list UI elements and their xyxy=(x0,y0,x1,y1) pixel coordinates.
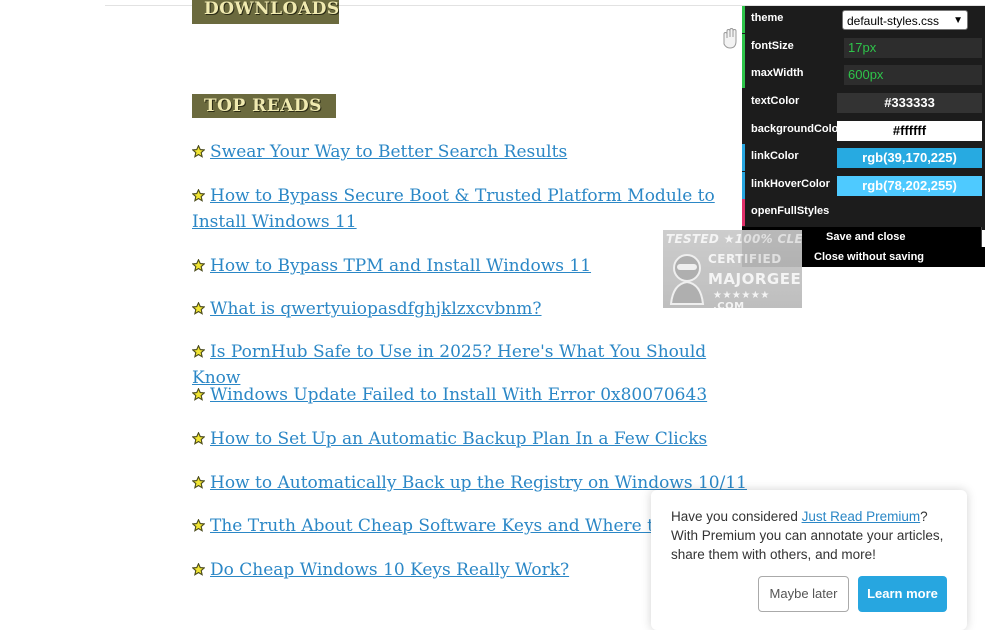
setting-row-linkcolor: linkColor rgb(39,170,225) xyxy=(742,144,985,171)
star-icon xyxy=(192,145,205,158)
downloads-heading: DOWNLOADS xyxy=(192,0,339,24)
maybe-later-button[interactable]: Maybe later xyxy=(758,576,849,612)
setting-label: openFullStyles xyxy=(751,205,830,217)
star-icon xyxy=(192,476,205,489)
settings-panel: theme default-styles.css ▼ fontSize 17px … xyxy=(742,6,985,230)
textcolor-input[interactable]: #333333 xyxy=(837,93,982,113)
setting-row-maxwidth: maxWidth 600px xyxy=(742,61,985,88)
just-read-premium-link[interactable]: Just Read Premium xyxy=(802,509,921,524)
star-icon xyxy=(192,302,205,315)
read-link[interactable]: What is qwertyuiopasdfghjklzxcvbnm? xyxy=(210,299,542,319)
setting-label: theme xyxy=(751,12,784,24)
setting-label: textColor xyxy=(751,95,800,107)
read-link[interactable]: Do Cheap Windows 10 Keys Really Work? xyxy=(210,560,569,580)
badge-line: TESTED ★100% CLEAN xyxy=(666,232,802,246)
setting-label: maxWidth xyxy=(751,67,804,79)
linkhovercolor-input[interactable]: rgb(78,202,255) xyxy=(837,176,982,196)
mascot-icon xyxy=(669,254,705,305)
setting-row-linkhovercolor: linkHoverColor rgb(78,202,255) xyxy=(742,172,985,199)
top-reads-heading: TOP READS xyxy=(192,94,336,118)
premium-text: Have you considered xyxy=(671,509,802,524)
read-link[interactable]: The Truth About Cheap Software Keys and … xyxy=(210,516,703,536)
setting-row-backgroundcolor: backgroundColor #ffffff xyxy=(742,117,985,144)
maxwidth-input[interactable]: 600px xyxy=(844,65,982,85)
star-icon xyxy=(192,563,205,576)
star-icon xyxy=(192,259,205,272)
learn-more-button[interactable]: Learn more xyxy=(858,576,947,612)
badge-line: MAJORGEEKS xyxy=(708,270,802,288)
setting-label: backgroundColor xyxy=(751,123,843,135)
setting-label: linkColor xyxy=(751,150,799,162)
chevron-down-icon: ▼ xyxy=(953,15,963,26)
theme-select-value: default-styles.css xyxy=(847,14,940,28)
read-link[interactable]: How to Bypass TPM and Install Windows 11 xyxy=(210,256,591,276)
linkcolor-input[interactable]: rgb(39,170,225) xyxy=(837,148,982,168)
setting-row-textcolor: textColor #333333 xyxy=(742,89,985,116)
list-item: Windows Update Failed to Install With Er… xyxy=(192,382,752,408)
setting-row-fontsize: fontSize 17px xyxy=(742,34,985,61)
star-icon xyxy=(192,388,205,401)
list-item: Swear Your Way to Better Search Results xyxy=(192,139,752,165)
star-icon xyxy=(192,345,205,358)
badge-line: CERTIFIED xyxy=(708,252,782,266)
list-item: How to Set Up an Automatic Backup Plan I… xyxy=(192,426,752,452)
grab-hand-icon[interactable] xyxy=(718,26,744,52)
list-item: How to Bypass Secure Boot & Trusted Plat… xyxy=(192,183,752,235)
certified-badge: TESTED ★100% CLEAN CERTIFIED MAJORGEEKS … xyxy=(663,230,802,308)
backgroundcolor-input[interactable]: #ffffff xyxy=(837,121,982,141)
fontsize-input[interactable]: 17px xyxy=(844,38,982,58)
theme-select[interactable]: default-styles.css ▼ xyxy=(842,10,968,30)
setting-label: linkHoverColor xyxy=(751,178,830,190)
star-icon xyxy=(192,189,205,202)
setting-row-openfullstyles[interactable]: openFullStyles xyxy=(742,199,985,226)
read-link[interactable]: How to Bypass Secure Boot & Trusted Plat… xyxy=(192,186,715,232)
premium-message: Have you considered Just Read Premium? W… xyxy=(671,507,956,564)
setting-row-theme: theme default-styles.css ▼ xyxy=(742,6,985,33)
setting-label: fontSize xyxy=(751,40,794,52)
premium-popup: Have you considered Just Read Premium? W… xyxy=(651,490,967,630)
read-link[interactable]: Swear Your Way to Better Search Results xyxy=(210,142,567,162)
star-icon xyxy=(192,432,205,445)
read-link[interactable]: Windows Update Failed to Install With Er… xyxy=(210,385,707,405)
star-icon xyxy=(192,519,205,532)
badge-line: ★★★★★★ .COM xyxy=(713,290,770,308)
read-link[interactable]: How to Set Up an Automatic Backup Plan I… xyxy=(210,429,707,449)
